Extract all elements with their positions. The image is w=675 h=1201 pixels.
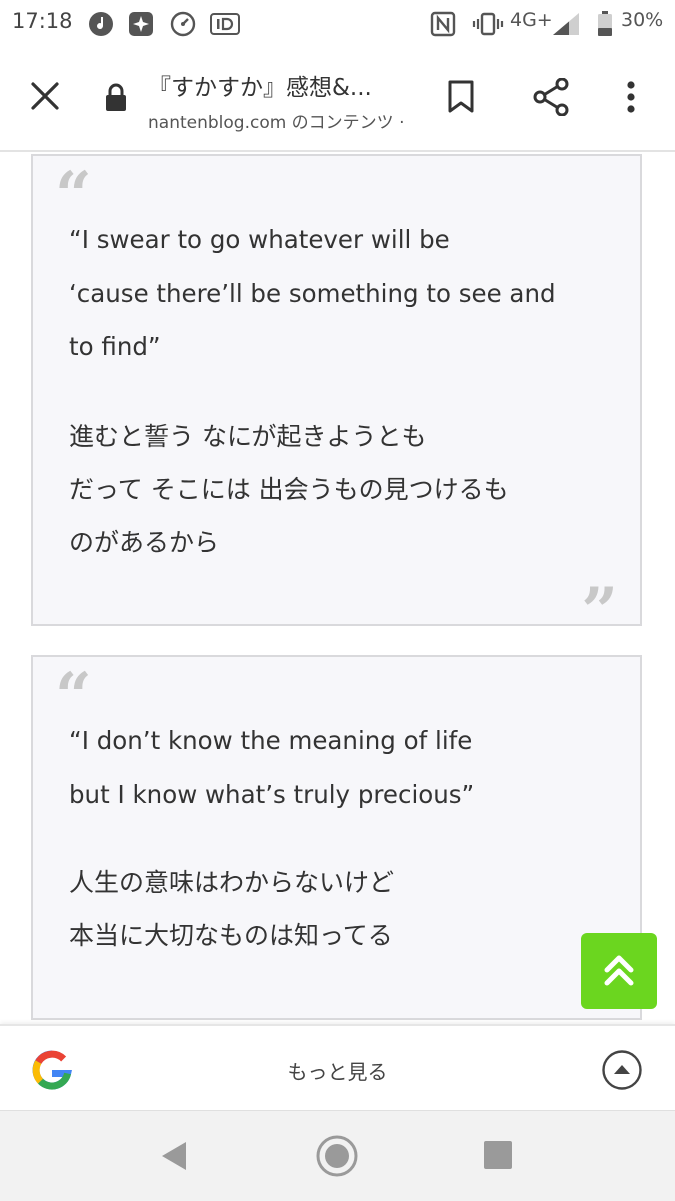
lock-icon — [106, 83, 126, 111]
back-triangle-icon[interactable] — [158, 1139, 190, 1173]
id-badge-icon — [210, 13, 240, 35]
signal-icon — [553, 13, 579, 35]
quote-japanese: 人生の意味はわからないけど 本当に大切なものは知ってる — [69, 856, 394, 962]
blockquote: “ “I swear to go whatever will be ‘cause… — [31, 154, 642, 644]
battery-icon — [598, 11, 612, 36]
quote-line: だって そこには 出会うもの見つけるも — [69, 475, 509, 504]
more-label: もっと見る — [287, 1060, 388, 1084]
close-icon[interactable] — [30, 81, 60, 111]
blockquote: “ “I don’t know the meaning of life but … — [31, 655, 642, 1020]
battery-percent: 30% — [621, 9, 664, 31]
quote-line: ‘cause there’ll be something to see and — [69, 278, 556, 308]
home-circle-icon[interactable] — [315, 1134, 359, 1178]
quote-line: to find” — [69, 332, 161, 361]
quote-line: 人生の意味はわからないけど — [69, 868, 395, 897]
quote-english: “I don’t know the meaning of life but I … — [69, 714, 474, 821]
page-title: 『すかすか』感想&... — [148, 75, 372, 101]
nfc-icon — [430, 11, 456, 37]
quote-line: 進むと誓う なにが起きようとも — [69, 422, 427, 451]
status-bar: 17:18 4G+ 30% — [0, 0, 675, 48]
quote-line: “I don’t know the meaning of life — [69, 726, 473, 755]
chevron-up-circle-icon[interactable] — [601, 1049, 643, 1091]
music-note-icon — [89, 12, 113, 36]
close-quote-mark: ” — [581, 574, 618, 649]
bookmark-icon[interactable] — [447, 80, 475, 114]
network-type: 4G+ — [510, 9, 553, 31]
speedometer-icon — [170, 11, 196, 37]
quote-japanese: 進むと誓う なにが起きようとも だって そこには 出会うもの見つけるも のがある… — [69, 410, 509, 569]
google-more-bar[interactable]: もっと見る — [0, 1024, 675, 1112]
page-url: nantenblog.com のコンテンツ · — [148, 113, 405, 133]
scroll-to-top-button[interactable] — [581, 933, 657, 1009]
sparkle-icon — [129, 12, 153, 36]
quote-line: but I know what’s truly precious” — [69, 779, 475, 809]
vibrate-icon — [472, 12, 504, 36]
custom-tab-header: 『すかすか』感想&... nantenblog.com のコンテンツ · — [0, 48, 675, 152]
article-content: “ “I swear to go whatever will be ‘cause… — [0, 152, 675, 1024]
double-chevron-up-icon — [604, 955, 634, 986]
more-vert-icon[interactable] — [624, 80, 638, 114]
quote-line: 本当に大切なものは知ってる — [69, 921, 393, 950]
quote-line: のがあるから — [69, 528, 220, 557]
system-nav-bar — [0, 1110, 675, 1201]
recents-square-icon[interactable] — [482, 1139, 514, 1171]
status-time: 17:18 — [12, 9, 73, 33]
quote-english: “I swear to go whatever will be ‘cause t… — [69, 213, 556, 374]
share-icon[interactable] — [533, 78, 569, 116]
quote-line: “I swear to go whatever will be — [69, 225, 450, 254]
